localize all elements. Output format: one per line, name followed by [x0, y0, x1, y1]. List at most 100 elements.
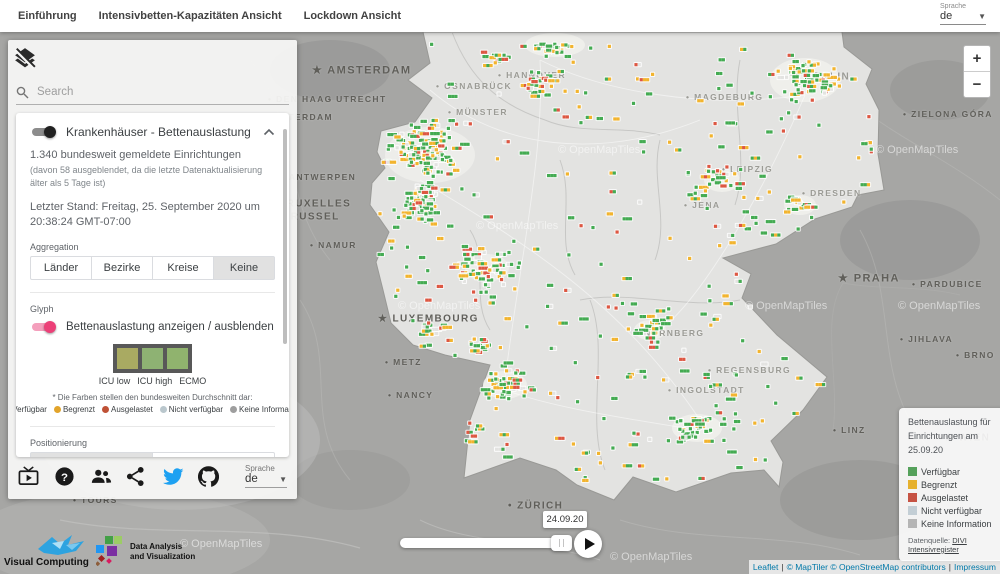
glyph-note: * Die Farben stellen den bundesweiten Du… — [30, 393, 275, 402]
language-value: de — [245, 473, 258, 485]
dav-label-line1: Data Analysis — [130, 542, 195, 552]
visual-computing-label: Visual Computing — [4, 557, 89, 568]
search-field[interactable] — [16, 80, 289, 105]
glyph-cell-icu-low — [117, 348, 138, 369]
glyph-visibility-toggle[interactable] — [30, 320, 56, 334]
positioning-label: Positionierung — [30, 438, 275, 448]
timeline-slider-track[interactable] — [400, 538, 568, 548]
legend-color-swatch — [908, 467, 917, 476]
osm-link[interactable]: © OpenStreetMap contributors — [830, 562, 945, 572]
glyph-axis-labels: ICU low ICU high ECMO — [30, 376, 275, 386]
aggregation-bezirke-button[interactable]: Bezirke — [92, 256, 153, 280]
help-button[interactable]: ? — [54, 466, 75, 487]
share-button[interactable] — [126, 466, 147, 487]
last-update-text: Letzter Stand: Freitag, 25. September 20… — [30, 200, 280, 231]
aggregation-kreise-button[interactable]: Kreise — [153, 256, 214, 280]
legend-title-line2: Einrichtungen am — [908, 430, 998, 444]
legend-dot-nicht-verfuegbar — [160, 406, 167, 413]
dav-logo-art — [96, 536, 126, 566]
layer-visibility-toggle[interactable] — [30, 125, 56, 139]
twitter-button[interactable] — [162, 466, 183, 487]
twitter-icon — [162, 466, 185, 487]
legend-item: Begrenzt — [908, 480, 998, 490]
layers-off-icon — [14, 47, 36, 69]
chevron-down-icon: ▼ — [978, 12, 986, 21]
language-label: Sprache — [940, 3, 986, 10]
share-icon — [126, 466, 145, 487]
tab-einfuehrung[interactable]: Einführung — [18, 10, 77, 22]
legend-color-swatch — [908, 519, 917, 528]
map-attribution: Leaflet| © MapTiler © OpenStreetMap cont… — [749, 560, 1000, 574]
maptiler-link[interactable]: © MapTiler — [787, 562, 828, 572]
tab-intensivbetten-ansicht[interactable]: Intensivbetten-Kapazitäten Ansicht — [99, 10, 282, 22]
glyph-preview — [30, 344, 275, 373]
language-value: de — [940, 10, 952, 22]
app-root: ★ AMSTERDAM• UTRECHT• DEN HAAG• ROTTERDA… — [0, 0, 1000, 574]
glyph-cell-ecmo — [167, 348, 188, 369]
zoom-in-button[interactable]: + — [964, 46, 990, 72]
nav-language-select[interactable]: Sprache de ▼ — [940, 3, 986, 25]
legend-color-swatch — [908, 493, 917, 502]
language-label: Sprache — [245, 464, 287, 473]
control-panel: Krankenhäuser - Bettenauslastung 1.340 b… — [8, 40, 297, 499]
positioning-exakte-position-button[interactable]: Exakte Position — [153, 452, 275, 457]
video-tutorial-button[interactable] — [18, 466, 39, 487]
panel-language-select[interactable]: Sprache de ▼ — [245, 464, 287, 488]
top-navigation: Einführung Intensivbetten-Kapazitäten An… — [0, 0, 1000, 32]
glyph-cell-icu-high — [142, 348, 163, 369]
positioning-button-group: Verdeckungsfrei Exakte Position — [30, 452, 275, 457]
legend-color-swatch — [908, 480, 917, 489]
timeline-play-button[interactable] — [574, 530, 602, 558]
timeline-slider-handle[interactable] — [551, 535, 572, 551]
legend-color-swatch — [908, 506, 917, 515]
legend-item: Verfügbar — [908, 467, 998, 477]
card-scrollbar[interactable] — [283, 129, 287, 344]
aggregation-laender-button[interactable]: Länder — [30, 256, 92, 280]
timeline-date-tooltip: 24.09.20 — [543, 511, 587, 528]
glyph-label: Glyph — [30, 304, 275, 314]
positioning-verdeckungsfrei-button[interactable]: Verdeckungsfrei — [30, 452, 153, 457]
aggregation-label: Aggregation — [30, 242, 275, 252]
team-button[interactable] — [90, 466, 111, 487]
zoom-out-button[interactable]: − — [964, 72, 990, 97]
legend-item: Nicht verfügbar — [908, 506, 998, 516]
intensivregister-link[interactable]: Intensivregister — [908, 545, 959, 554]
facilities-note: (davon 58 ausgeblendet, da die letzte Da… — [30, 164, 265, 190]
source-label: Datenquelle: — [908, 536, 950, 545]
glyph-color-legend: Verfügbar Begrenzt Ausgelastet Nicht ver… — [30, 405, 275, 414]
dav-logo[interactable]: Data Analysis and Visualization — [96, 536, 195, 566]
legend-panel: Bettenauslastung für Einrichtungen am 25… — [899, 408, 1000, 561]
visual-computing-logo-art — [36, 533, 96, 559]
svg-text:?: ? — [61, 471, 68, 483]
aggregation-button-group: Länder Bezirke Kreise Keine — [30, 256, 275, 280]
facilities-count: 1.340 bundesweit gemeldete Einrichtungen — [30, 149, 275, 161]
leaflet-link[interactable]: Leaflet — [753, 562, 779, 572]
dav-label-line2: and Visualization — [130, 552, 195, 562]
tv-icon — [18, 466, 39, 487]
hide-layers-button[interactable] — [14, 47, 36, 69]
legend-title-line1: Bettenauslastung für — [908, 416, 998, 430]
legend-date: 25.09.20 — [908, 444, 998, 458]
play-icon — [585, 538, 595, 550]
help-icon: ? — [54, 466, 75, 487]
legend-dot-ausgelastet — [102, 406, 109, 413]
legend-dot-keine-information — [230, 406, 237, 413]
people-icon — [90, 466, 112, 487]
panel-footer: ? — [18, 459, 287, 493]
chevron-down-icon: ▼ — [279, 475, 287, 484]
legend-item: Keine Information — [908, 519, 998, 529]
tab-lockdown-ansicht[interactable]: Lockdown Ansicht — [304, 10, 401, 22]
github-icon — [198, 466, 219, 487]
layer-title: Krankenhäuser - Bettenauslastung — [66, 125, 253, 139]
search-input[interactable] — [35, 85, 269, 99]
chevron-up-icon[interactable] — [263, 128, 275, 136]
divi-link[interactable]: DIVI — [952, 536, 967, 545]
legend-dot-begrenzt — [54, 406, 61, 413]
aggregation-keine-button[interactable]: Keine — [214, 256, 275, 280]
impressum-link[interactable]: Impressum — [954, 562, 996, 572]
search-icon — [16, 86, 29, 99]
map-zoom-control: + − — [963, 45, 991, 98]
glyph-toggle-label: Bettenauslastung anzeigen / ausblenden — [66, 321, 274, 333]
layer-settings-card: Krankenhäuser - Bettenauslastung 1.340 b… — [16, 113, 289, 457]
github-button[interactable] — [198, 466, 219, 487]
